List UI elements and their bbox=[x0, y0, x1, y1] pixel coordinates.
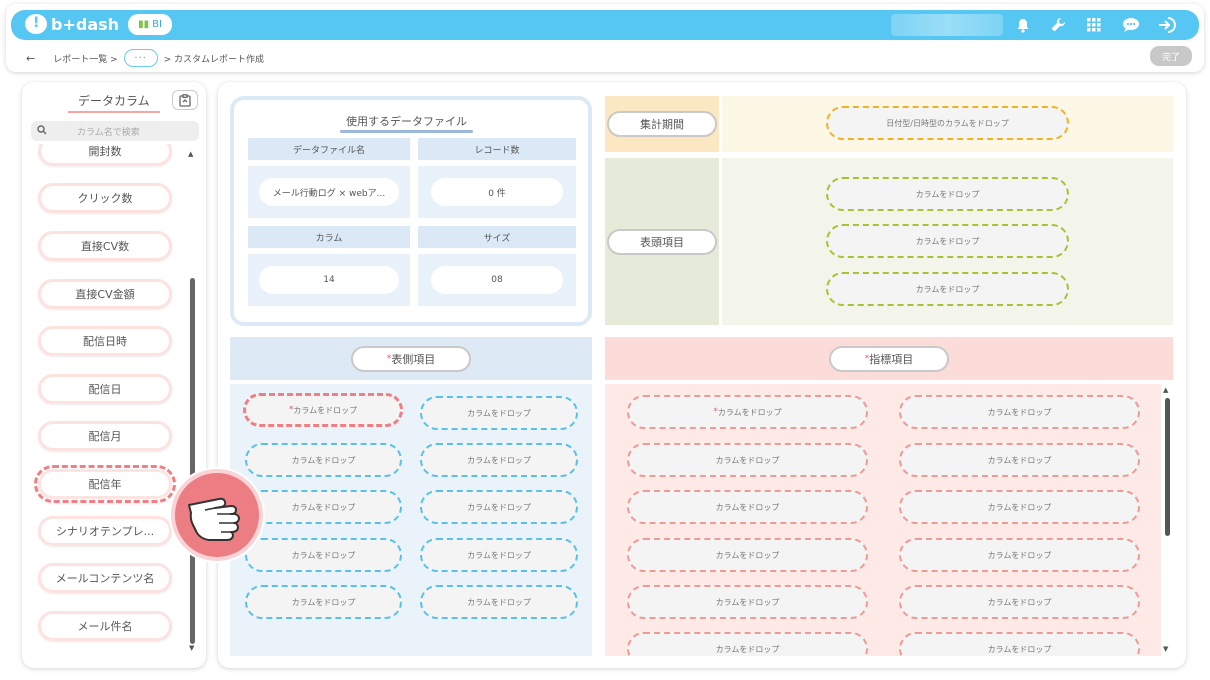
breadcrumb-current: > カスタムレポート作成 bbox=[163, 54, 265, 65]
user-info-blurred bbox=[891, 14, 1003, 36]
metric-drop-zone[interactable]: カラムをドロップ bbox=[627, 538, 868, 572]
logo-text: b+dash bbox=[51, 14, 120, 34]
metric-drop-zone[interactable]: * カラムをドロップ bbox=[627, 395, 868, 429]
metric-drop-zone[interactable]: カラムをドロップ bbox=[899, 490, 1140, 524]
logo-bubble-icon bbox=[25, 14, 47, 34]
header-items-label: 表頭項目 bbox=[607, 229, 717, 255]
wrench-icon[interactable] bbox=[1048, 15, 1068, 35]
done-button[interactable]: 完了 bbox=[1150, 46, 1192, 66]
data-file-title: 使用するデータファイル bbox=[340, 115, 473, 133]
column-search-input[interactable]: カラム名で検索 bbox=[31, 121, 199, 141]
metrics-label-text: 指標項目 bbox=[869, 353, 914, 366]
metric-drop-zone[interactable]: カラムをドロップ bbox=[627, 632, 868, 656]
app-header: b+dash ▮▮ BI bbox=[11, 10, 1199, 40]
selected-drag-outline bbox=[34, 465, 176, 503]
logo[interactable]: b+dash bbox=[25, 14, 119, 34]
chat-icon[interactable] bbox=[1121, 15, 1141, 35]
metrics-scroll-up-icon[interactable]: ▲ bbox=[1163, 386, 1168, 394]
column-item[interactable]: 配信月 bbox=[38, 421, 172, 451]
drop-zone-label: カラムをドロップ bbox=[717, 407, 782, 417]
row-side-drop-zone[interactable]: カラムをドロップ bbox=[245, 490, 402, 524]
metrics-drop-area: * カラムをドロップ カラムをドロップ カラムをドロップ カラムをドロップ カラム… bbox=[605, 384, 1161, 656]
column-item[interactable]: 直接CV数 bbox=[38, 231, 172, 261]
row-side-drop-zone[interactable]: カラムをドロップ bbox=[245, 585, 402, 619]
row-side-drop-zone[interactable]: カラムをドロップ bbox=[420, 396, 578, 430]
header-drop-zone[interactable]: カラムをドロップ bbox=[826, 224, 1069, 258]
column-item[interactable]: 配信日 bbox=[38, 374, 172, 404]
bi-badge[interactable]: ▮▮ BI bbox=[128, 14, 172, 35]
size-value: 08 bbox=[430, 266, 564, 294]
header-drop-zone[interactable]: カラムをドロップ bbox=[826, 177, 1069, 211]
bell-icon[interactable] bbox=[1013, 15, 1033, 35]
column-item[interactable]: 配信日時 bbox=[38, 326, 172, 356]
top-bar: b+dash ▮▮ BI ← レポート一覧 > ··· > カスタムレポート作成… bbox=[6, 4, 1204, 72]
row-side-drop-zone[interactable]: カラムをドロップ bbox=[420, 538, 578, 572]
column-item[interactable]: シナリオテンプレ... bbox=[38, 516, 172, 546]
data-column-panel: データカラム カラム名で検索 開封数 クリック数 直接CV数 直接CV金額 配信… bbox=[22, 82, 206, 668]
metric-drop-zone[interactable]: カラムをドロップ bbox=[899, 538, 1140, 572]
column-count-value: 14 bbox=[259, 266, 399, 294]
column-list-scrollbar[interactable] bbox=[190, 278, 195, 644]
file-name-header: データファイル名 bbox=[248, 138, 410, 160]
row-side-drop-zone[interactable]: カラムをドロップ bbox=[420, 443, 578, 477]
logout-icon[interactable] bbox=[1157, 15, 1177, 35]
column-count-cell: 14 bbox=[248, 254, 410, 306]
breadcrumb-report-list[interactable]: レポート一覧 > bbox=[53, 52, 117, 65]
row-side-label-text: 表側項目 bbox=[391, 353, 436, 366]
data-column-title: データカラム bbox=[68, 94, 160, 113]
record-count-cell: 0 件 bbox=[418, 166, 576, 218]
size-header: サイズ bbox=[418, 226, 576, 248]
search-icon bbox=[37, 124, 47, 138]
drag-hand-pointer-icon bbox=[171, 469, 263, 561]
period-drop-zone[interactable]: 日付型/日時型のカラムをドロップ bbox=[826, 106, 1069, 140]
chart-icon: ▮▮ bbox=[138, 19, 150, 30]
row-side-drop-zone[interactable]: カラムをドロップ bbox=[245, 538, 402, 572]
header-drop-zone[interactable]: カラムをドロップ bbox=[826, 272, 1069, 306]
row-side-label: * 表側項目 bbox=[351, 346, 471, 372]
column-item[interactable]: 直接CV金額 bbox=[38, 279, 172, 309]
file-name-cell: メール行動ログ × webア... bbox=[248, 166, 410, 218]
row-side-drop-zone[interactable]: カラムをドロップ bbox=[245, 443, 402, 477]
row-side-drop-zone[interactable]: カラムをドロップ bbox=[420, 490, 578, 524]
metric-drop-zone[interactable]: カラムをドロップ bbox=[627, 585, 868, 619]
drop-zone-label: カラムをドロップ bbox=[293, 405, 358, 415]
column-count-header: カラム bbox=[248, 226, 410, 248]
metric-drop-zone[interactable]: カラムをドロップ bbox=[899, 443, 1140, 477]
size-cell: 08 bbox=[418, 254, 576, 306]
breadcrumb: ← レポート一覧 > ··· > カスタムレポート作成 bbox=[26, 48, 264, 68]
column-item[interactable]: 開封数 bbox=[38, 144, 172, 166]
clipboard-icon[interactable] bbox=[172, 90, 198, 110]
back-arrow-icon[interactable]: ← bbox=[26, 52, 35, 65]
metrics-scrollbar[interactable] bbox=[1165, 398, 1170, 536]
grid-icon[interactable] bbox=[1084, 15, 1104, 35]
file-name-value: メール行動ログ × webア... bbox=[259, 178, 399, 206]
metric-drop-zone[interactable]: カラムをドロップ bbox=[899, 395, 1140, 429]
period-label: 集計期間 bbox=[607, 111, 717, 137]
column-item[interactable]: メール件名 bbox=[38, 611, 172, 641]
row-side-drop-zone-active[interactable]: * カラムをドロップ bbox=[243, 393, 403, 427]
scroll-down-arrow-icon[interactable]: ▼ bbox=[189, 644, 194, 652]
metric-drop-zone[interactable]: カラムをドロップ bbox=[627, 443, 868, 477]
bi-badge-label: BI bbox=[152, 19, 162, 30]
scroll-up-arrow-icon[interactable]: ▲ bbox=[188, 150, 193, 158]
metric-drop-zone[interactable]: カラムをドロップ bbox=[899, 632, 1140, 656]
search-placeholder: カラム名で検索 bbox=[77, 127, 140, 138]
row-side-drop-zone[interactable]: カラムをドロップ bbox=[420, 585, 578, 619]
metric-drop-zone[interactable]: カラムをドロップ bbox=[627, 490, 868, 524]
metric-drop-zone[interactable]: カラムをドロップ bbox=[899, 585, 1140, 619]
column-item[interactable]: メールコンテンツ名 bbox=[38, 563, 172, 593]
metrics-scroll-down-icon[interactable]: ▼ bbox=[1163, 645, 1168, 653]
column-item[interactable]: クリック数 bbox=[38, 183, 172, 213]
record-count-header: レコード数 bbox=[418, 138, 576, 160]
column-list: 開封数 クリック数 直接CV数 直接CV金額 配信日時 配信日 配信月 配信年 … bbox=[22, 144, 206, 660]
record-count-value: 0 件 bbox=[430, 178, 564, 206]
data-file-box: 使用するデータファイル データファイル名 レコード数 メール行動ログ × web… bbox=[230, 96, 592, 326]
metrics-label: * 指標項目 bbox=[829, 346, 949, 372]
breadcrumb-more-button[interactable]: ··· bbox=[123, 49, 158, 67]
